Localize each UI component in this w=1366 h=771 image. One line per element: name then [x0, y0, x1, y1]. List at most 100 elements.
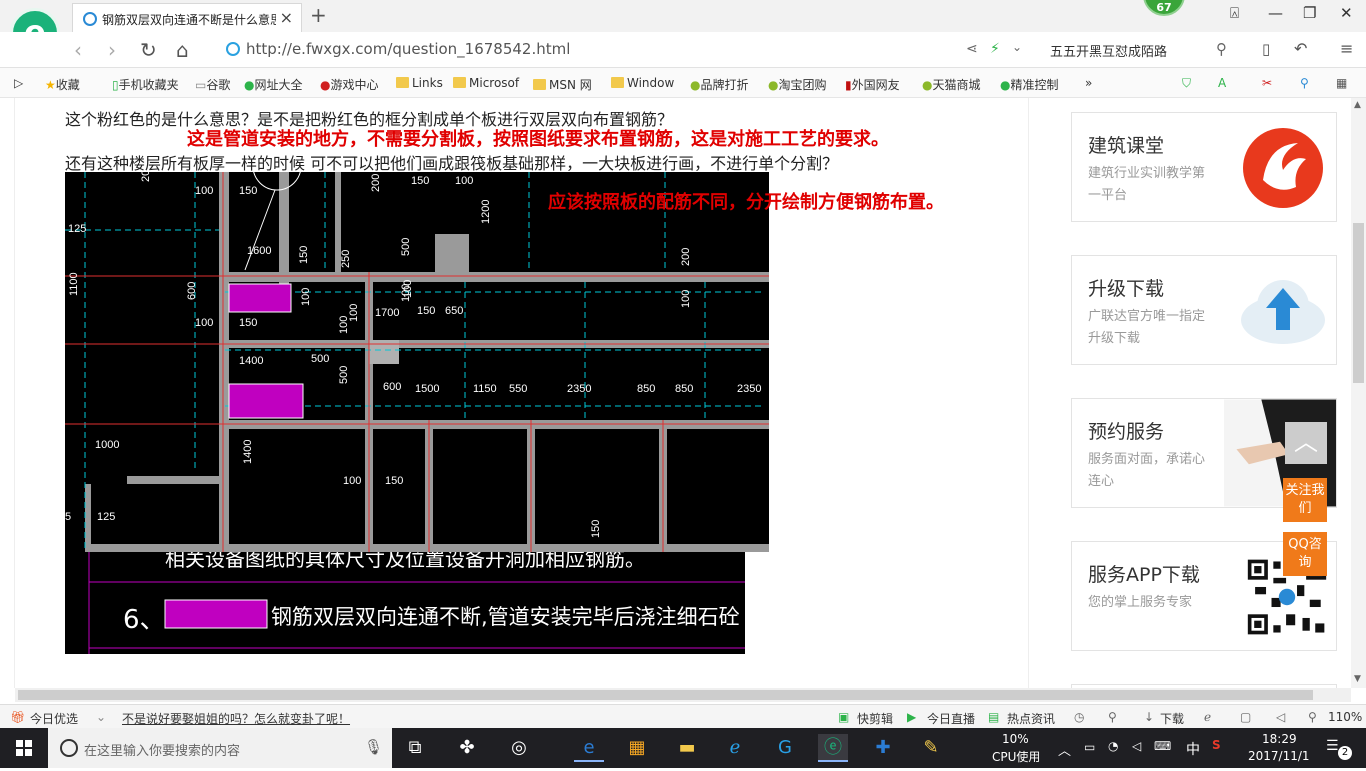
- search-icon[interactable]: ⚲: [1216, 40, 1227, 58]
- gift-icon: 🎁︎: [10, 710, 26, 724]
- clock-icon[interactable]: ◷: [1074, 710, 1084, 724]
- refresh-button[interactable]: ↻: [140, 38, 157, 62]
- shield-icon[interactable]: ⛉: [1182, 76, 1191, 91]
- volume-icon[interactable]: ◁: [1276, 710, 1285, 724]
- ie-small-icon[interactable]: ℯ: [1204, 710, 1211, 724]
- minimize-button[interactable]: —: [1268, 4, 1283, 22]
- start-button[interactable]: [0, 728, 48, 768]
- task-view-icon[interactable]: ⧉: [400, 734, 430, 762]
- bookmark-item[interactable]: ●淘宝团购: [768, 76, 827, 93]
- scroll-down-icon[interactable]: ▼: [1354, 674, 1361, 684]
- battery-icon[interactable]: ▭: [1084, 740, 1095, 754]
- answer-annotation: 应该按照板的配筋不同，分开绘制方便钢筋布置。: [548, 192, 944, 213]
- shirt-icon[interactable]: ⍓: [1230, 4, 1239, 22]
- keyboard-icon[interactable]: ⌨: [1154, 739, 1171, 753]
- notification-count[interactable]: 2: [1338, 746, 1352, 760]
- status-item[interactable]: 下载: [1160, 710, 1184, 727]
- tab-bar: 钢筋双层双向连通不断是什么意思 × + 67 ⍓ — ❐ ✕: [0, 0, 1366, 32]
- restore-button[interactable]: ❐: [1303, 4, 1316, 22]
- follow-us-button[interactable]: 关注我们: [1283, 478, 1327, 522]
- chevron-down-icon[interactable]: ⌄: [1012, 40, 1022, 54]
- forward-button[interactable]: ›: [108, 38, 116, 62]
- ime-indicator[interactable]: 中: [1186, 739, 1200, 759]
- scissors-icon[interactable]: ✂: [1262, 76, 1272, 90]
- sogou-icon[interactable]: S: [1212, 738, 1221, 752]
- wifi-icon[interactable]: ◔: [1108, 739, 1118, 753]
- cad-dim: 1400: [242, 440, 254, 464]
- home-button[interactable]: ⌂: [176, 38, 189, 62]
- file-explorer-icon[interactable]: ▬: [672, 734, 702, 762]
- lightning-icon[interactable]: ⚡: [990, 41, 1000, 57]
- sidebar-card-upgrade[interactable]: 升级下载 广联达官方唯一指定升级下载: [1071, 255, 1337, 365]
- bookmark-item[interactable]: ▮外国网友: [845, 76, 900, 93]
- grid-icon[interactable]: ▦: [1336, 76, 1347, 90]
- close-window-button[interactable]: ✕: [1340, 4, 1353, 22]
- browser-tab[interactable]: 钢筋双层双向连通不断是什么意思 ×: [72, 3, 302, 32]
- action-center-icon[interactable]: ☰: [1326, 738, 1339, 754]
- browser-taskbar-icon[interactable]: ⓔ: [818, 734, 848, 762]
- cad-dim: 125: [97, 511, 115, 523]
- sidebar-card-classroom[interactable]: 建筑课堂 建筑行业实训教学第一平台: [1071, 112, 1337, 222]
- cad-dim: 200: [140, 172, 152, 182]
- edge-icon[interactable]: e: [574, 734, 604, 762]
- bookmark-item[interactable]: ★收藏: [45, 76, 80, 93]
- speaker-icon[interactable]: ◁: [1132, 739, 1141, 753]
- scroll-up-icon[interactable]: ▲: [1354, 100, 1361, 110]
- spiral-app-icon[interactable]: ◎: [504, 734, 534, 762]
- bookmark-item[interactable]: Window: [611, 76, 674, 90]
- chevron-down-icon[interactable]: ⌄: [96, 710, 106, 724]
- sidebar-toggle-icon[interactable]: ▷: [14, 76, 23, 90]
- chevron-up-icon[interactable]: ︿: [1058, 740, 1071, 759]
- hscroll-thumb[interactable]: [18, 690, 1313, 700]
- news-link[interactable]: 不是说好要娶姐姐的吗？怎么就变卦了呢！: [122, 710, 350, 727]
- status-item[interactable]: 热点资讯: [1007, 710, 1055, 727]
- new-tab-button[interactable]: +: [310, 3, 327, 27]
- scroll-thumb[interactable]: [1353, 223, 1364, 383]
- undo-icon[interactable]: ↶: [1294, 39, 1307, 58]
- notepad-app-icon[interactable]: ✎: [916, 734, 946, 762]
- notification-badge[interactable]: 67: [1143, 0, 1185, 16]
- back-button[interactable]: ‹: [74, 38, 82, 62]
- bookmark-item[interactable]: ▭谷歌: [195, 76, 230, 93]
- qq-consult-button[interactable]: QQ咨询: [1283, 532, 1327, 576]
- vertical-scrollbar[interactable]: ▲ ▼: [1351, 98, 1366, 688]
- bookmark-item[interactable]: ●精准控制: [1000, 76, 1059, 93]
- url-field[interactable]: http://e.fwxgx.com/question_1678542.html: [226, 40, 570, 58]
- glodon-app-icon[interactable]: G: [770, 734, 800, 762]
- taskbar-search-input[interactable]: 在这里输入你要搜索的内容 🎙︎: [48, 728, 392, 768]
- phone-icon[interactable]: ▯: [1262, 40, 1270, 58]
- translate-icon[interactable]: A: [1218, 76, 1226, 90]
- share-icon[interactable]: ⋖: [966, 41, 978, 57]
- bookmark-item[interactable]: ●天猫商城: [922, 76, 981, 93]
- store-icon[interactable]: ▦: [622, 734, 652, 762]
- plus-app-icon[interactable]: ✚: [868, 734, 898, 762]
- cad-dim: 150: [411, 175, 429, 187]
- fan-app-icon[interactable]: ✤: [452, 734, 482, 762]
- window-icon[interactable]: ▢: [1240, 710, 1251, 724]
- magnifier-icon[interactable]: ⚲: [1300, 76, 1309, 90]
- bookmark-item[interactable]: Links: [396, 76, 443, 90]
- bookmark-item[interactable]: MSN 网: [533, 76, 592, 93]
- ie-icon[interactable]: ℯ: [720, 734, 750, 762]
- clock-date[interactable]: 2017/11/1: [1248, 749, 1310, 763]
- menu-icon[interactable]: ≡: [1340, 39, 1353, 58]
- status-item[interactable]: 今日直播: [927, 710, 975, 727]
- status-item[interactable]: 快剪辑: [857, 710, 893, 727]
- horizontal-scrollbar[interactable]: [15, 688, 1351, 702]
- search-input[interactable]: 五五开黑互怼成陌路: [1050, 41, 1167, 60]
- zoom-level[interactable]: 110%: [1328, 710, 1362, 724]
- pin-icon[interactable]: ⚲: [1108, 710, 1117, 724]
- bookmark-item[interactable]: Microsof: [453, 76, 519, 90]
- bookmark-item[interactable]: ●网址大全: [244, 76, 303, 93]
- zoom-icon[interactable]: ⚲: [1308, 710, 1317, 724]
- microphone-icon[interactable]: 🎙︎: [364, 738, 383, 756]
- back-to-top-button[interactable]: ︿: [1285, 422, 1327, 464]
- bookmark-item[interactable]: ●品牌打折: [690, 76, 749, 93]
- clock-time[interactable]: 18:29: [1262, 732, 1297, 746]
- more-bookmarks-icon[interactable]: »: [1085, 76, 1092, 90]
- bookmark-item[interactable]: ●游戏中心: [320, 76, 379, 93]
- close-tab-icon[interactable]: ×: [280, 8, 293, 27]
- today-picks-link[interactable]: 今日优选: [30, 710, 78, 727]
- bookmark-item[interactable]: ▯手机收藏夹: [112, 76, 179, 93]
- address-bar: ‹ › ↻ ⌂ http://e.fwxgx.com/question_1678…: [0, 32, 1366, 68]
